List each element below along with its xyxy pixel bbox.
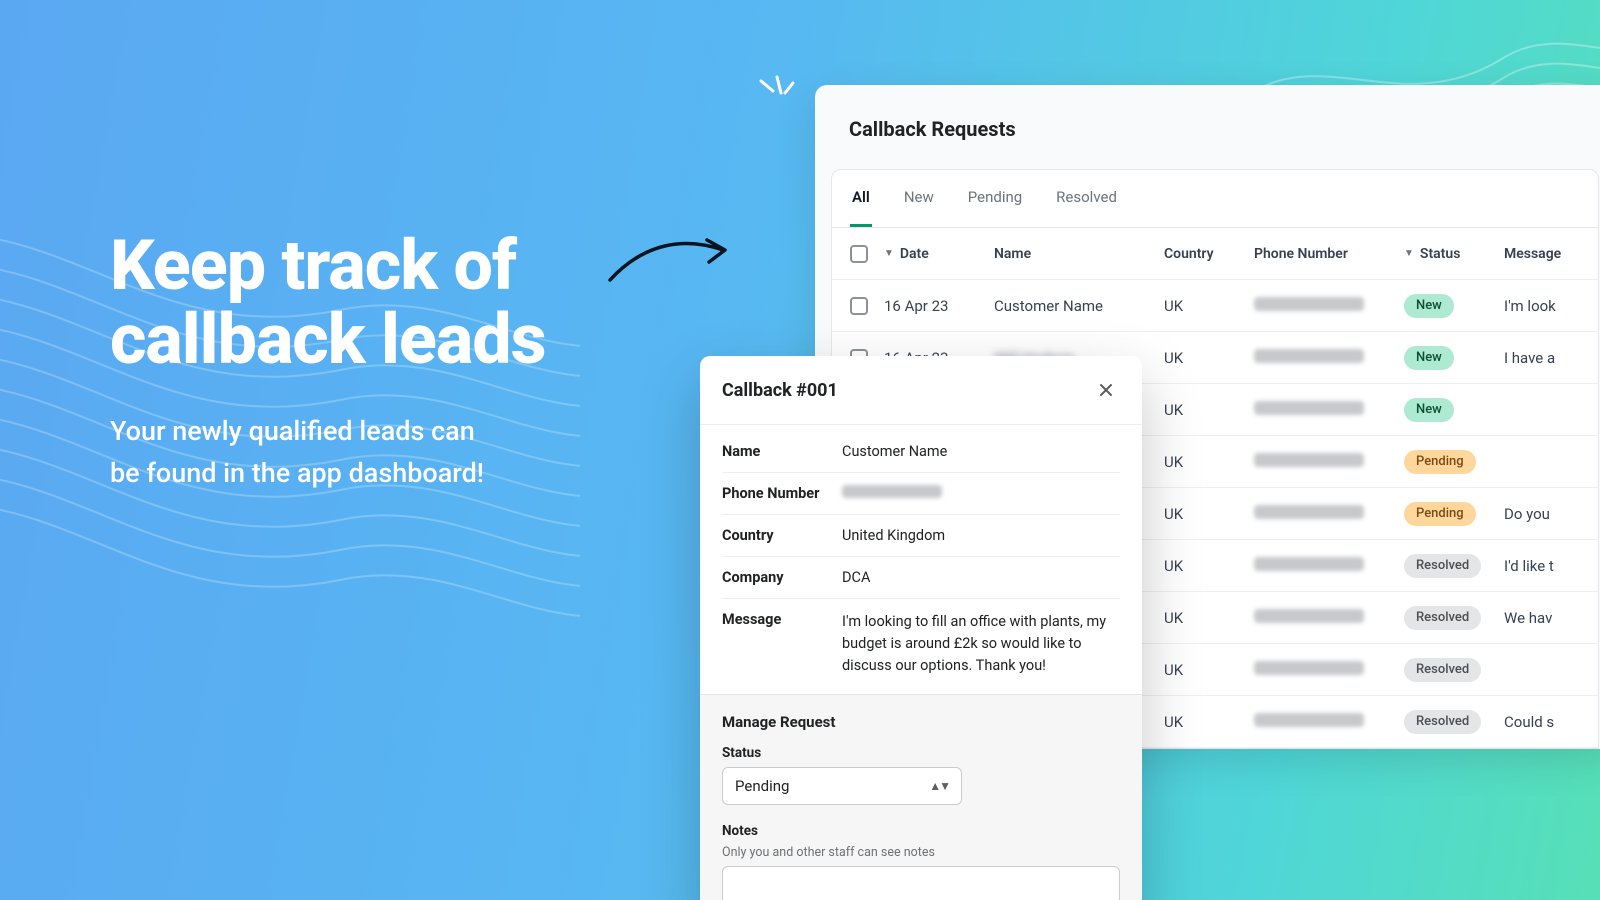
cell-message: Could s	[1504, 713, 1600, 731]
tab-resolved[interactable]: Resolved	[1054, 170, 1119, 227]
status-tabs: All New Pending Resolved	[831, 169, 1599, 228]
column-country[interactable]: Country	[1164, 246, 1254, 262]
field-company-value: DCA	[842, 569, 1120, 586]
status-badge: Resolved	[1404, 606, 1481, 630]
status-field-label: Status	[722, 745, 1120, 761]
manage-request-section: Manage Request Status Pending ▲▼ Notes O…	[700, 694, 1142, 900]
cell-country: UK	[1164, 505, 1254, 523]
field-phone-label: Phone Number	[722, 485, 842, 502]
cell-status: New	[1404, 346, 1504, 370]
cell-country: UK	[1164, 453, 1254, 471]
cell-message: I'm look	[1504, 297, 1600, 315]
cell-phone	[1254, 557, 1404, 575]
sort-caret-icon: ▼	[884, 248, 894, 259]
cell-country: UK	[1164, 713, 1254, 731]
cell-phone	[1254, 713, 1404, 731]
cell-date: 16 Apr 23	[884, 297, 994, 315]
select-all-checkbox[interactable]	[850, 245, 868, 263]
row-checkbox[interactable]	[850, 297, 868, 315]
arrow-icon	[605, 232, 735, 292]
column-status-label: Status	[1420, 246, 1460, 262]
notes-field-label: Notes	[722, 823, 1120, 839]
cell-name: Customer Name	[994, 297, 1164, 315]
cell-status: Resolved	[1404, 606, 1504, 630]
table-header-row: ▼Date Name Country Phone Number ▼Status …	[832, 228, 1598, 280]
cell-phone	[1254, 453, 1404, 471]
hero-sub-line1: Your newly qualified leads can	[110, 415, 475, 447]
cell-phone	[1254, 661, 1404, 679]
cell-message: We hav	[1504, 609, 1600, 627]
cell-status: New	[1404, 294, 1504, 318]
cell-country: UK	[1164, 609, 1254, 627]
status-select-value: Pending	[735, 777, 789, 795]
cell-country: UK	[1164, 661, 1254, 679]
notes-field-help: Only you and other staff can see notes	[722, 845, 1120, 860]
table-row[interactable]: 16 Apr 23Customer NameUK New I'm look	[832, 280, 1598, 332]
tab-new[interactable]: New	[902, 170, 936, 227]
sort-caret-icon: ▼	[1404, 248, 1414, 259]
cell-country: UK	[1164, 349, 1254, 367]
column-status[interactable]: ▼ Status	[1404, 246, 1504, 262]
cell-message: Do you	[1504, 505, 1600, 523]
column-name[interactable]: Name	[994, 246, 1164, 262]
card-title: Callback Requests	[849, 117, 1581, 141]
hero-sub-line2: be found in the app dashboard!	[110, 457, 484, 489]
cell-phone	[1254, 349, 1404, 367]
status-badge: New	[1404, 294, 1454, 318]
manage-heading: Manage Request	[722, 713, 1120, 731]
hero-title-line2: callback leads	[110, 299, 546, 381]
tab-pending[interactable]: Pending	[966, 170, 1024, 227]
cell-country: UK	[1164, 297, 1254, 315]
callback-detail-modal: Callback #001 Name Customer Name Phone N…	[700, 356, 1142, 900]
status-badge: Pending	[1404, 502, 1476, 526]
field-country-value: United Kingdom	[842, 527, 1120, 544]
column-phone[interactable]: Phone Number	[1254, 246, 1404, 262]
field-message-label: Message	[722, 611, 842, 628]
column-date-label: Date	[900, 246, 929, 262]
hero-title-line1: Keep track of	[110, 225, 516, 307]
field-name-value: Customer Name	[842, 443, 1120, 460]
select-caret-icon: ▲▼	[929, 779, 949, 793]
cell-message: I have a	[1504, 349, 1600, 367]
cell-phone	[1254, 505, 1404, 523]
cell-status: Resolved	[1404, 658, 1504, 682]
field-name-label: Name	[722, 443, 842, 460]
column-date[interactable]: ▼ Date	[884, 246, 994, 262]
field-message-value: I'm looking to fill an office with plant…	[842, 611, 1120, 676]
status-select[interactable]: Pending ▲▼	[722, 767, 962, 805]
status-badge: Pending	[1404, 450, 1476, 474]
status-badge: Resolved	[1404, 710, 1481, 734]
field-country-label: Country	[722, 527, 842, 544]
tab-all[interactable]: All	[850, 170, 872, 227]
modal-title: Callback #001	[722, 380, 838, 401]
cell-message: I'd like t	[1504, 557, 1600, 575]
cell-status: Resolved	[1404, 554, 1504, 578]
status-badge: New	[1404, 398, 1454, 422]
cell-country: UK	[1164, 557, 1254, 575]
spark-icon	[755, 75, 799, 111]
notes-textarea[interactable]	[722, 866, 1120, 900]
column-message[interactable]: Message	[1504, 246, 1600, 262]
status-badge: Resolved	[1404, 554, 1481, 578]
field-company-label: Company	[722, 569, 842, 586]
cell-phone	[1254, 609, 1404, 627]
field-phone-value	[842, 485, 1120, 502]
status-badge: New	[1404, 346, 1454, 370]
hero-subtitle: Your newly qualified leads can be found …	[110, 411, 710, 495]
cell-status: Pending	[1404, 450, 1504, 474]
cell-phone	[1254, 297, 1404, 315]
cell-country: UK	[1164, 401, 1254, 419]
cell-status: New	[1404, 398, 1504, 422]
cell-status: Pending	[1404, 502, 1504, 526]
close-icon[interactable]	[1092, 376, 1120, 404]
cell-status: Resolved	[1404, 710, 1504, 734]
cell-phone	[1254, 401, 1404, 419]
status-badge: Resolved	[1404, 658, 1481, 682]
